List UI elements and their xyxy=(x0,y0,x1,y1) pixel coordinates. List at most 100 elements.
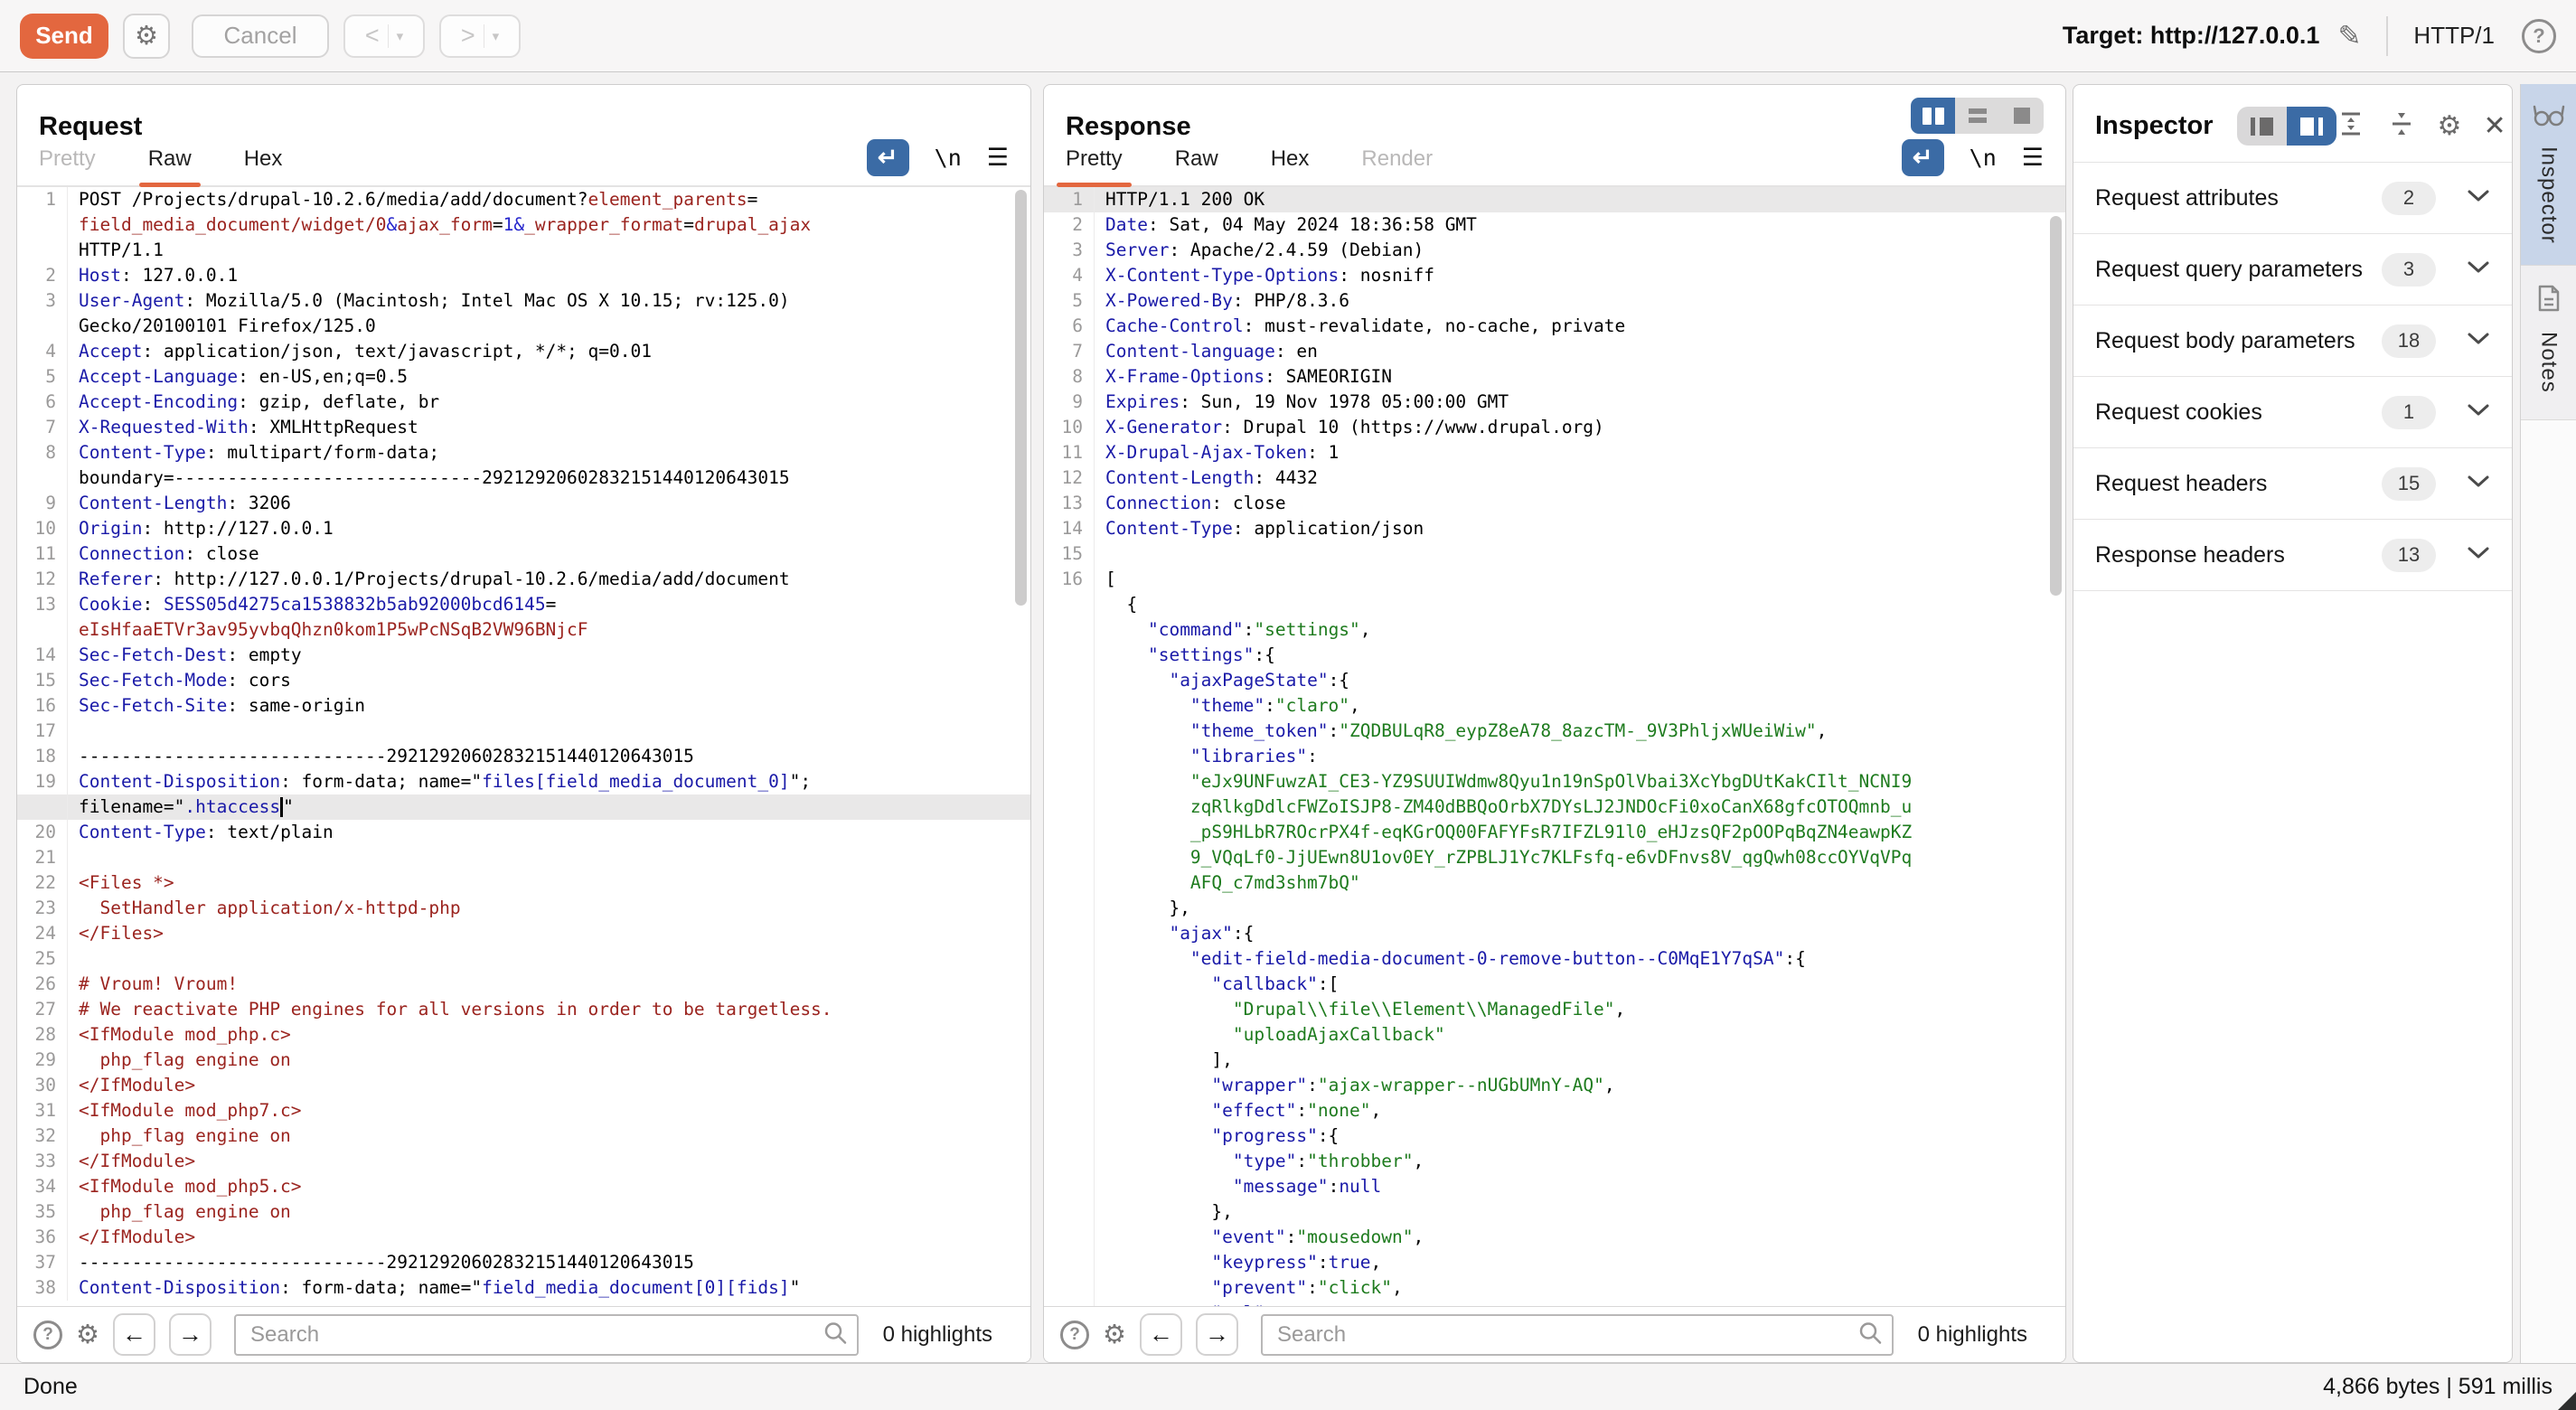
code-row[interactable]: "type":"throbber", xyxy=(1044,1149,2065,1174)
code-row[interactable]: 16Sec-Fetch-Site: same-origin xyxy=(17,693,1030,719)
code-row[interactable]: 6Accept-Encoding: gzip, deflate, br xyxy=(17,390,1030,415)
code-row[interactable]: zqRlkgDdlcFWZoISJP8-ZM40dBBQoOrbX7DYsLJ2… xyxy=(1044,794,2065,820)
inspector-section-response-headers[interactable]: Response headers13 xyxy=(2073,519,2512,590)
code-row[interactable]: "wrapper":"ajax-wrapper--nUGbUMnY-AQ", xyxy=(1044,1073,2065,1098)
search-settings-icon[interactable]: ⚙ xyxy=(76,1319,99,1350)
code-row[interactable]: 23 SetHandler application/x-httpd-php xyxy=(17,896,1030,921)
code-row[interactable]: 9Content-Length: 3206 xyxy=(17,491,1030,516)
code-row[interactable]: 8X-Frame-Options: SAMEORIGIN xyxy=(1044,364,2065,390)
code-row[interactable]: 4Accept: application/json, text/javascri… xyxy=(17,339,1030,364)
code-row[interactable]: 37-----------------------------292129206… xyxy=(17,1250,1030,1275)
edit-target-icon[interactable]: ✎ xyxy=(2337,20,2361,52)
resize-grip-icon[interactable] xyxy=(2558,1392,2576,1410)
response-search-input[interactable] xyxy=(1261,1314,1894,1356)
tab-raw[interactable]: Raw xyxy=(1175,146,1218,185)
code-row[interactable]: 27# We reactivate PHP engines for all ve… xyxy=(17,997,1030,1022)
word-wrap-toggle[interactable]: ↵ xyxy=(867,139,909,176)
code-row[interactable]: 38Content-Disposition: form-data; name="… xyxy=(17,1275,1030,1301)
code-row[interactable]: 15Sec-Fetch-Mode: cors xyxy=(17,668,1030,693)
code-row[interactable]: 7X-Requested-With: XMLHttpRequest xyxy=(17,415,1030,440)
code-row[interactable]: "edit-field-media-document-0-remove-butt… xyxy=(1044,946,2065,972)
code-row[interactable]: 32 php_flag engine on xyxy=(17,1123,1030,1149)
code-row[interactable]: 21 xyxy=(17,845,1030,870)
code-row[interactable]: 13Cookie: SESS05d4275ca1538832b5ab92000b… xyxy=(17,592,1030,617)
code-row[interactable]: "url" xyxy=(1044,1301,2065,1306)
code-row[interactable]: HTTP/1.1 xyxy=(17,238,1030,263)
code-row[interactable]: { xyxy=(1044,592,2065,617)
send-settings-button[interactable]: ⚙ xyxy=(123,14,170,59)
code-row[interactable]: 11Connection: close xyxy=(17,541,1030,567)
code-row[interactable]: 22<Files *> xyxy=(17,870,1030,896)
code-row[interactable]: 14Sec-Fetch-Dest: empty xyxy=(17,643,1030,668)
request-search-input[interactable] xyxy=(234,1314,859,1356)
code-row[interactable]: "effect":"none", xyxy=(1044,1098,2065,1123)
code-row[interactable]: ], xyxy=(1044,1048,2065,1073)
code-row[interactable]: 10Origin: http://127.0.0.1 xyxy=(17,516,1030,541)
code-row[interactable]: "theme":"claro", xyxy=(1044,693,2065,719)
code-row[interactable]: 1HTTP/1.1 200 OK xyxy=(1044,187,2065,212)
code-row[interactable]: 11X-Drupal-Ajax-Token: 1 xyxy=(1044,440,2065,465)
inspector-close-icon[interactable]: ✕ xyxy=(2483,110,2505,142)
code-row[interactable]: "message":null xyxy=(1044,1174,2065,1199)
code-row[interactable]: 12Content-Length: 4432 xyxy=(1044,465,2065,491)
code-row[interactable]: }, xyxy=(1044,1199,2065,1225)
request-editor[interactable]: 1POST /Projects/drupal-10.2.6/media/add/… xyxy=(17,187,1030,1306)
code-row[interactable]: }, xyxy=(1044,896,2065,921)
code-row[interactable]: 29 php_flag engine on xyxy=(17,1048,1030,1073)
code-row[interactable]: 33</IfModule> xyxy=(17,1149,1030,1174)
tab-hex[interactable]: Hex xyxy=(244,146,283,185)
code-row[interactable]: 2Host: 127.0.0.1 xyxy=(17,263,1030,288)
code-row[interactable]: "eJx9UNFuwzAI_CE3-YZ9SUUIWdmw8Qyu1n19nSp… xyxy=(1044,769,2065,794)
word-wrap-toggle[interactable]: ↵ xyxy=(1902,139,1944,176)
code-row[interactable]: 13Connection: close xyxy=(1044,491,2065,516)
show-newlines-toggle[interactable]: \n xyxy=(1970,145,1997,171)
code-row[interactable]: 4X-Content-Type-Options: nosniff xyxy=(1044,263,2065,288)
code-row[interactable]: 2Date: Sat, 04 May 2024 18:36:58 GMT xyxy=(1044,212,2065,238)
tab-pretty[interactable]: Pretty xyxy=(39,146,96,185)
code-row[interactable]: 3Server: Apache/2.4.59 (Debian) xyxy=(1044,238,2065,263)
code-row[interactable]: "prevent":"click", xyxy=(1044,1275,2065,1301)
code-row[interactable]: "Drupal\\file\\Element\\ManagedFile", xyxy=(1044,997,2065,1022)
code-row[interactable]: "settings":{ xyxy=(1044,643,2065,668)
code-row[interactable]: "command":"settings", xyxy=(1044,617,2065,643)
tab-raw[interactable]: Raw xyxy=(148,146,192,185)
request-scrollbar[interactable] xyxy=(1015,190,1027,606)
code-row[interactable]: 35 php_flag engine on xyxy=(17,1199,1030,1225)
cancel-button[interactable]: Cancel xyxy=(192,14,329,58)
history-forward-button[interactable]: > ▾ xyxy=(439,14,521,58)
code-row[interactable]: AFQ_c7md3shm7bQ" xyxy=(1044,870,2065,896)
collapse-all-icon[interactable] xyxy=(2387,109,2416,143)
code-row[interactable]: "callback":[ xyxy=(1044,972,2065,997)
inspector-section-request-query-parameters[interactable]: Request query parameters3 xyxy=(2073,233,2512,305)
code-row[interactable]: "ajaxPageState":{ xyxy=(1044,668,2065,693)
code-row[interactable]: 3User-Agent: Mozilla/5.0 (Macintosh; Int… xyxy=(17,288,1030,314)
tab-render[interactable]: Render xyxy=(1361,146,1433,185)
show-newlines-toggle[interactable]: \n xyxy=(935,145,962,171)
code-row[interactable]: "keypress":true, xyxy=(1044,1250,2065,1275)
inspector-settings-icon[interactable]: ⚙ xyxy=(2438,110,2462,142)
layout-single-button[interactable] xyxy=(1999,98,2044,134)
http-version-label[interactable]: HTTP/1 xyxy=(2413,22,2495,50)
code-row[interactable]: 15 xyxy=(1044,541,2065,567)
search-help-icon[interactable]: ? xyxy=(1060,1321,1089,1349)
code-row[interactable]: 10X-Generator: Drupal 10 (https://www.dr… xyxy=(1044,415,2065,440)
code-row[interactable]: 36</IfModule> xyxy=(17,1225,1030,1250)
send-button[interactable]: Send xyxy=(20,14,108,59)
tab-hex[interactable]: Hex xyxy=(1271,146,1310,185)
expand-all-icon[interactable] xyxy=(2336,109,2365,143)
code-row[interactable]: 18-----------------------------292129206… xyxy=(17,744,1030,769)
code-row[interactable]: "uploadAjaxCallback" xyxy=(1044,1022,2065,1048)
chevron-down-icon[interactable]: ▾ xyxy=(397,28,404,44)
code-row[interactable]: 26# Vroum! Vroum! xyxy=(17,972,1030,997)
chevron-down-icon[interactable]: ▾ xyxy=(493,28,500,44)
code-row[interactable]: "libraries": xyxy=(1044,744,2065,769)
code-row[interactable]: 5X-Powered-By: PHP/8.3.6 xyxy=(1044,288,2065,314)
code-row[interactable]: filename=".htaccess" xyxy=(17,794,1030,820)
code-row[interactable]: boundary=-----------------------------29… xyxy=(17,465,1030,491)
inspector-dock-right-button[interactable] xyxy=(2287,107,2336,146)
sidebar-tab-inspector[interactable]: Inspector xyxy=(2521,84,2576,265)
code-row[interactable]: 16[ xyxy=(1044,567,2065,592)
search-next-button[interactable]: → xyxy=(1196,1313,1238,1356)
code-row[interactable]: 7Content-language: en xyxy=(1044,339,2065,364)
code-row[interactable]: 19Content-Disposition: form-data; name="… xyxy=(17,769,1030,794)
